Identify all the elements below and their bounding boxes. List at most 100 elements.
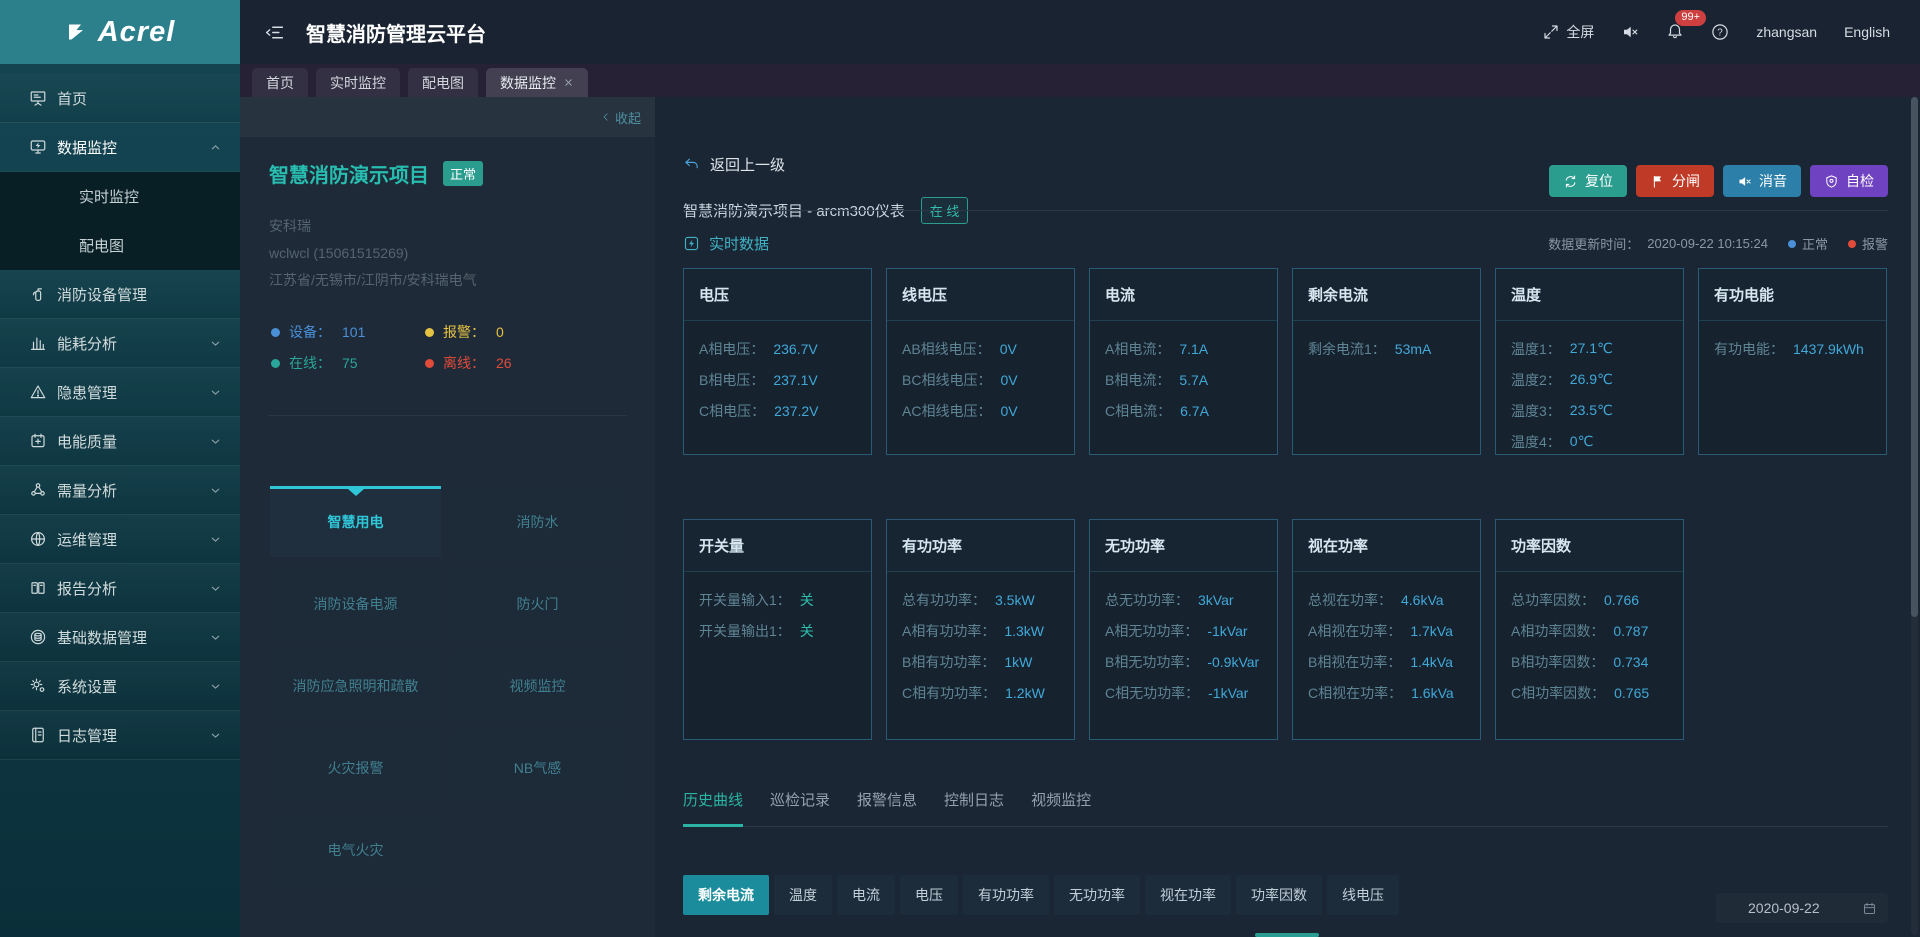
- project-status-badge: 正常: [443, 161, 484, 186]
- sidebar-item-label: 电能质量: [57, 433, 118, 451]
- bottom-tab[interactable]: 报警信息: [857, 789, 917, 810]
- metric-chip[interactable]: 电压: [900, 875, 958, 915]
- tab[interactable]: 首页: [252, 68, 308, 97]
- sidebar-item[interactable]: 报告分析: [0, 564, 240, 613]
- tab[interactable]: 配电图: [408, 68, 478, 97]
- sidebar-item[interactable]: 实时监控: [0, 172, 240, 221]
- sidebar-item[interactable]: 配电图: [0, 221, 240, 270]
- username[interactable]: zhangsan: [1756, 24, 1817, 40]
- stat-value: 26: [496, 355, 512, 371]
- chevron-icon: [209, 484, 222, 497]
- metric-chip[interactable]: 温度: [774, 875, 832, 915]
- fullscreen-label: 全屏: [1566, 24, 1595, 40]
- card-row-label: 开关量输入1：: [699, 591, 791, 608]
- data-card: 线电压 AB相线电压： 0V BC相线电压： 0V AC相线电压： 0V: [886, 268, 1075, 455]
- tab[interactable]: 实时监控: [316, 68, 400, 97]
- action-button[interactable]: 自检: [1810, 165, 1888, 197]
- bottom-tab[interactable]: 视频监控: [1031, 789, 1091, 810]
- help-icon[interactable]: ?: [1711, 23, 1729, 41]
- sidebar: 首页 数据监控 实时监控 配电图 消防设备管理 能耗分析 隐患管理 电能质量 需…: [0, 64, 240, 937]
- action-button-label: 分闸: [1672, 173, 1700, 189]
- sidebar-item[interactable]: 系统设置: [0, 662, 240, 711]
- cards-row-2: 开关量 开关量输入1： 关 开关量输出1： 关 有功功率 总有功功率： 3.5k…: [683, 519, 1684, 740]
- subsystem-tile[interactable]: 消防水: [452, 486, 623, 557]
- data-card: 电流 A相电流： 7.1A B相电流： 5.7A C相电流： 6.7A: [1089, 268, 1278, 455]
- legend-dot: [1787, 239, 1796, 248]
- tab[interactable]: 数据监控: [486, 68, 588, 97]
- sidebar-item-label: 实时监控: [79, 189, 140, 206]
- card-row-value: 7.1A: [1179, 340, 1209, 357]
- action-button[interactable]: 复位: [1549, 165, 1627, 197]
- scrollbar-thumb[interactable]: [1911, 97, 1918, 617]
- subsystem-tile[interactable]: 电气火灾: [270, 814, 441, 885]
- tab-label: 配电图: [422, 74, 464, 91]
- card-row-value: 0V: [1000, 402, 1018, 419]
- metric-chip[interactable]: 视在功率: [1145, 875, 1231, 915]
- chevron-icon: [209, 386, 222, 399]
- sidebar-item[interactable]: 需量分析: [0, 466, 240, 515]
- sidebar-item[interactable]: 基础数据管理: [0, 613, 240, 662]
- card-row-value: 1.2kW: [1005, 684, 1045, 701]
- sidebar-item-icon: [28, 628, 47, 646]
- back-link[interactable]: 返回上一级: [683, 154, 785, 175]
- menu-fold-icon[interactable]: [264, 22, 285, 43]
- stat-item: 离线： 26: [425, 353, 512, 373]
- data-card: 有功电能 有功电能： 1437.9kWh: [1698, 268, 1887, 455]
- metric-chip[interactable]: 剩余电流: [683, 875, 769, 915]
- card-row-value: 0.765: [1614, 684, 1650, 701]
- metric-chip[interactable]: 线电压: [1327, 875, 1399, 915]
- sidebar-item-label: 配电图: [79, 238, 125, 255]
- subsystem-tile[interactable]: 消防设备电源: [270, 568, 441, 639]
- card-row: 温度4： 0℃: [1511, 426, 1668, 457]
- card-title: 功率因数: [1496, 520, 1683, 572]
- collapse-bar[interactable]: 收起: [240, 97, 655, 137]
- fullscreen-button[interactable]: 全屏: [1542, 22, 1594, 42]
- sidebar-item[interactable]: 隐患管理: [0, 368, 240, 417]
- bottom-tab[interactable]: 控制日志: [944, 789, 1004, 810]
- stat-dot: [425, 358, 434, 368]
- metric-chip[interactable]: 有功功率: [963, 875, 1049, 915]
- metric-chip[interactable]: 无功功率: [1054, 875, 1140, 915]
- subsystem-tile[interactable]: 智慧用电: [270, 486, 441, 557]
- bottom-tab[interactable]: 巡检记录: [770, 789, 830, 810]
- card-row-value: 27.1℃: [1569, 340, 1613, 356]
- tab-label: 数据监控: [500, 74, 556, 91]
- card-row: 开关量输出1： 关: [699, 615, 856, 646]
- metric-chip[interactable]: 电流: [837, 875, 895, 915]
- stat-value: 0: [496, 324, 504, 340]
- tab-close-icon[interactable]: [563, 77, 574, 88]
- subsystem-tile[interactable]: 防火门: [452, 568, 623, 639]
- sidebar-item[interactable]: 运维管理: [0, 515, 240, 564]
- mute-speaker-icon[interactable]: [1621, 23, 1639, 41]
- subsystem-tile[interactable]: 视频监控: [452, 650, 623, 721]
- subsystem-tile[interactable]: NB气感: [452, 732, 623, 803]
- subsystem-tile[interactable]: 消防应急照明和疏散: [270, 650, 441, 721]
- project-meta: 安科瑞 wclwcl (15061515269) 江苏省/无锡市/江阴市/安科瑞…: [269, 213, 477, 294]
- sidebar-item-icon: [28, 579, 47, 597]
- language-switch[interactable]: English: [1844, 24, 1890, 40]
- action-button[interactable]: 消音: [1723, 165, 1801, 197]
- bottom-tab[interactable]: 历史曲线: [683, 789, 744, 827]
- stat-dot: [271, 327, 280, 337]
- subsystem-tile[interactable]: 火灾报警: [270, 732, 441, 803]
- sidebar-item[interactable]: 日志管理: [0, 711, 240, 760]
- sidebar-item[interactable]: 数据监控: [0, 123, 240, 172]
- sidebar-item[interactable]: 电能质量: [0, 417, 240, 466]
- card-row-value: -0.9kVar: [1207, 653, 1260, 670]
- sidebar-item[interactable]: 消防设备管理: [0, 270, 240, 319]
- top-header: Acrel 智慧消防管理云平台 全屏 99+ ? zhangsan Englis…: [0, 0, 1920, 64]
- card-title: 电流: [1090, 269, 1277, 321]
- update-info: 数据更新时间： 2020-09-22 10:15:24 正常 报警: [1548, 234, 1888, 253]
- sidebar-item[interactable]: 首页: [0, 74, 240, 123]
- card-row-label: A相功率因数：: [1511, 622, 1605, 639]
- brand-logo: Acrel: [0, 0, 240, 64]
- sidebar-item-icon: [28, 481, 47, 499]
- card-title: 无功功率: [1090, 520, 1277, 572]
- action-button-label: 消音: [1759, 173, 1787, 189]
- sidebar-item[interactable]: 能耗分析: [0, 319, 240, 368]
- notifications-button[interactable]: 99+: [1666, 9, 1707, 43]
- action-button[interactable]: 分闸: [1636, 165, 1714, 197]
- metric-chip[interactable]: 功率因数: [1236, 875, 1322, 915]
- card-title: 温度: [1496, 269, 1683, 321]
- date-picker[interactable]: 2020-09-22: [1716, 893, 1888, 923]
